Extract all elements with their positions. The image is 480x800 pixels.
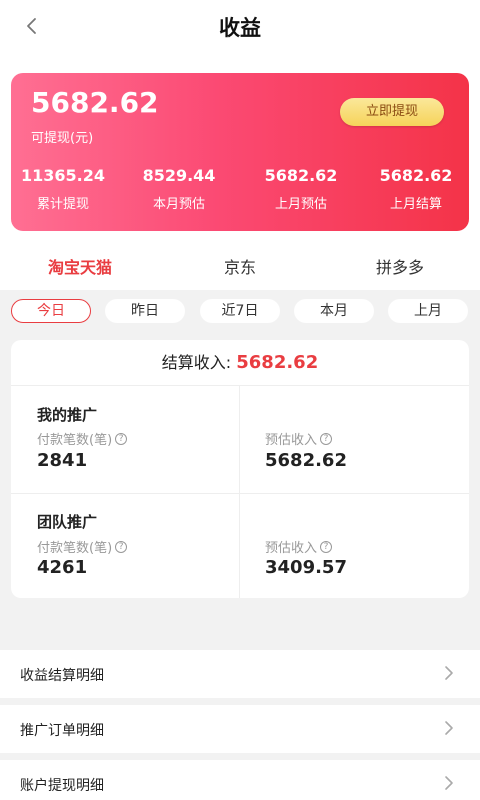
help-icon[interactable]: ? bbox=[115, 540, 128, 553]
team-estimated-income: 3409.57 bbox=[265, 557, 347, 578]
settled-income-amount: 5682.62 bbox=[236, 352, 319, 373]
team-payment-count-label: 付款笔数(笔) ? bbox=[37, 537, 128, 556]
chevron-right-icon bbox=[445, 721, 453, 735]
chevron-right-icon bbox=[445, 666, 453, 680]
team-promotion-title: 团队推广 bbox=[37, 513, 98, 531]
period-last-month[interactable]: 上月 bbox=[388, 299, 468, 323]
team-estimated-income-label: 预估收入 ? bbox=[265, 537, 333, 556]
menu-label: 推广订单明细 bbox=[20, 723, 104, 739]
settled-income-label: 结算收入: bbox=[161, 353, 232, 372]
my-payment-count-label: 付款笔数(笔) ? bbox=[37, 429, 128, 448]
label-text: 预估收入 bbox=[265, 541, 318, 556]
income-summary-panel: 结算收入: 5682.62 我的推广 付款笔数(笔) ? 2841 预估收入 ?… bbox=[11, 340, 469, 598]
stat-label: 上月结算 bbox=[389, 197, 442, 212]
platform-tabs: 淘宝天猫 京东 拼多多 bbox=[0, 246, 480, 286]
stat-last-month-estimate: 5682.62 上月预估 bbox=[245, 166, 357, 212]
menu-label: 账户提现明细 bbox=[20, 778, 104, 794]
withdraw-button[interactable]: 立即提现 bbox=[340, 98, 444, 126]
page-title: 收益 bbox=[219, 16, 261, 40]
menu-label: 收益结算明细 bbox=[20, 668, 104, 684]
my-promotion-title: 我的推广 bbox=[37, 406, 98, 424]
label-text: 付款笔数(笔) bbox=[37, 541, 113, 556]
settled-income: 结算收入: 5682.62 bbox=[11, 340, 469, 386]
stat-month-estimate: 8529.44 本月预估 bbox=[123, 166, 235, 212]
stat-last-month-settled: 5682.62 上月结算 bbox=[360, 166, 472, 212]
tab-pinduoduo[interactable]: 拼多多 bbox=[340, 254, 460, 278]
withdrawable-balance: 5682.62 bbox=[31, 86, 159, 119]
stat-value: 5682.62 bbox=[264, 166, 338, 185]
divider-vertical bbox=[239, 386, 240, 598]
label-text: 付款笔数(笔) bbox=[37, 433, 113, 448]
my-payment-count: 2841 bbox=[37, 450, 88, 471]
stat-label: 本月预估 bbox=[152, 197, 205, 212]
stat-value: 11365.24 bbox=[20, 166, 105, 185]
help-icon[interactable]: ? bbox=[115, 432, 128, 445]
stat-value: 8529.44 bbox=[142, 166, 216, 185]
menu-withdrawal-details[interactable]: 账户提现明细 bbox=[0, 760, 480, 800]
tab-jd[interactable]: 京东 bbox=[180, 254, 300, 278]
stat-label: 累计提现 bbox=[36, 197, 89, 212]
top-bar: 收益 bbox=[0, 0, 480, 56]
team-payment-count: 4261 bbox=[37, 557, 88, 578]
withdrawable-label: 可提现(元) bbox=[31, 131, 94, 146]
stat-value: 5682.62 bbox=[379, 166, 453, 185]
menu-settlement-details[interactable]: 收益结算明细 bbox=[0, 650, 480, 698]
period-today[interactable]: 今日 bbox=[11, 299, 91, 323]
menu-order-details[interactable]: 推广订单明细 bbox=[0, 705, 480, 753]
my-estimated-income: 5682.62 bbox=[265, 450, 347, 471]
period-this-month[interactable]: 本月 bbox=[294, 299, 374, 323]
period-filter: 今日 昨日 近7日 本月 上月 bbox=[0, 290, 480, 334]
earnings-card: 5682.62 可提现(元) 立即提现 11365.24 累计提现 8529.4… bbox=[11, 73, 469, 231]
my-estimated-income-label: 预估收入 ? bbox=[265, 429, 333, 448]
period-yesterday[interactable]: 昨日 bbox=[105, 299, 185, 323]
stat-label: 上月预估 bbox=[274, 197, 327, 212]
tab-taobao-tmall[interactable]: 淘宝天猫 bbox=[20, 254, 140, 278]
help-icon[interactable]: ? bbox=[320, 432, 333, 445]
help-icon[interactable]: ? bbox=[320, 540, 333, 553]
period-last-7-days[interactable]: 近7日 bbox=[200, 299, 280, 323]
stat-total-withdrawn: 11365.24 累计提现 bbox=[7, 166, 119, 212]
divider-horizontal bbox=[11, 493, 469, 494]
chevron-right-icon bbox=[445, 776, 453, 790]
label-text: 预估收入 bbox=[265, 433, 318, 448]
